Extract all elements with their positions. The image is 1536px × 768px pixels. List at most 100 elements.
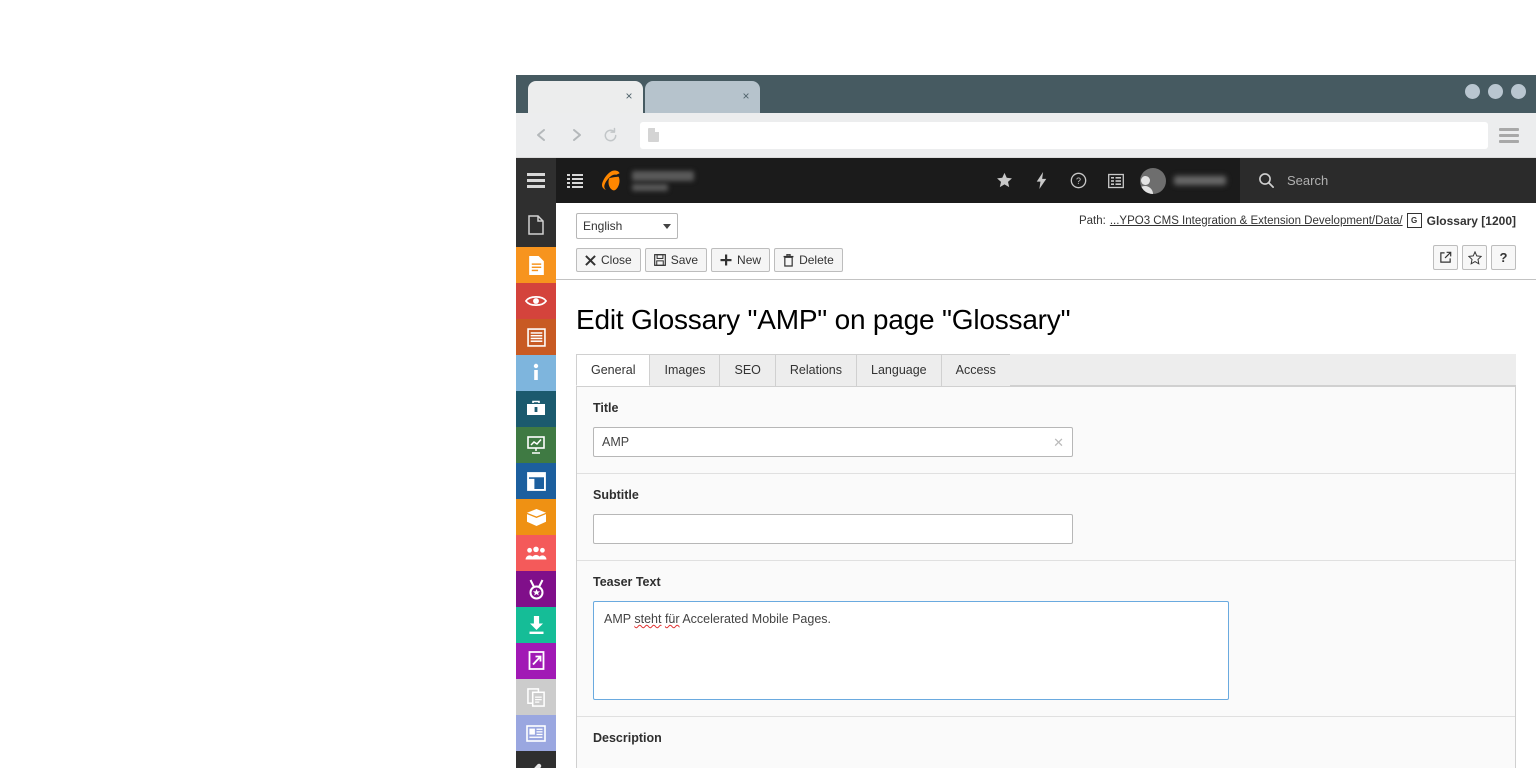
close-button-label: Close [601, 253, 632, 267]
subtitle-field-row: Subtitle [577, 474, 1515, 561]
page-icon [528, 255, 544, 275]
doc-header-button-group: Close Save New Delete [576, 248, 847, 272]
download-icon [529, 616, 543, 634]
close-button[interactable]: Close [576, 248, 641, 272]
window-minimize-button[interactable] [1465, 84, 1480, 99]
sidebar-item-upgrade-module[interactable] [516, 643, 556, 679]
tab-relations[interactable]: Relations [774, 354, 858, 386]
user-menu[interactable] [1134, 158, 1240, 203]
list-icon[interactable] [556, 158, 594, 203]
star-icon [1467, 250, 1482, 265]
tab-language[interactable]: Language [856, 354, 942, 386]
news-icon [526, 724, 546, 742]
sidebar-item-templates-module[interactable] [516, 463, 556, 499]
sidebar-item-list-module[interactable] [516, 319, 556, 355]
window-close-button[interactable] [1511, 84, 1526, 99]
tab-seo[interactable]: SEO [719, 354, 776, 386]
close-icon [585, 254, 596, 266]
typo3-logo-text [632, 170, 694, 191]
sidebar-item-documentation-module[interactable] [516, 679, 556, 715]
typo3-logo[interactable] [602, 169, 694, 193]
sidebar-item-maintenance-module[interactable] [516, 751, 556, 768]
new-button-label: New [737, 253, 762, 267]
teaser-misspelled-2: für [664, 612, 680, 626]
typo3-backend: ? Search English Path: ...YPO3 CMS Integ… [516, 158, 1536, 768]
sidebar-item-backend-users-module[interactable] [516, 535, 556, 571]
browser-tab-2-close-icon[interactable]: × [738, 89, 754, 105]
search-box[interactable]: Search [1240, 158, 1536, 203]
list-icon [526, 327, 546, 347]
delete-button[interactable]: Delete [774, 248, 843, 272]
module-sidebar [516, 203, 556, 768]
teaser-misspelled-1: steht [634, 612, 662, 626]
sidebar-item-view-module[interactable] [516, 283, 556, 319]
typo3-content: English Path: ...YPO3 CMS Integration & … [556, 203, 1536, 768]
svg-text:?: ? [1076, 176, 1081, 186]
sidebar-item-news-module[interactable] [516, 715, 556, 751]
sidebar-item-reports-module[interactable] [516, 427, 556, 463]
help-icon[interactable]: ? [1060, 158, 1097, 203]
username-label [1174, 176, 1226, 185]
sidebar-item-extensions-module[interactable] [516, 499, 556, 535]
browser-toolbar [516, 113, 1536, 158]
breadcrumb-trail[interactable]: ...YPO3 CMS Integration & Extension Deve… [1110, 215, 1403, 227]
glossary-record-icon: G [1406, 213, 1422, 228]
teaser-text-field-row: Teaser Text AMP steht für Accelerated Mo… [577, 561, 1515, 717]
new-button[interactable]: New [711, 248, 771, 272]
breadcrumb-label: Path: [1078, 214, 1106, 227]
window-maximize-button[interactable] [1488, 84, 1503, 99]
typo3-topbar: ? Search [516, 158, 1536, 203]
plus-icon [720, 254, 732, 266]
sidebar-item-access-module[interactable] [516, 571, 556, 607]
tab-access[interactable]: Access [940, 354, 1011, 386]
tab-images[interactable]: Images [649, 354, 721, 386]
breadcrumb: Path: ...YPO3 CMS Integration & Extensio… [1079, 213, 1516, 228]
save-button[interactable]: Save [644, 248, 708, 272]
description-field-row: Description [577, 717, 1515, 768]
sidebar-item-functions-module[interactable] [516, 391, 556, 427]
form-tabs: General Images SEO Relations Language Ac… [576, 354, 1516, 387]
bookmark-button[interactable] [1462, 245, 1487, 270]
teaser-text-field-label: Teaser Text [593, 575, 661, 589]
hamburger-menu-icon[interactable] [1494, 122, 1524, 148]
title-clear-icon[interactable]: ✕ [1053, 435, 1064, 451]
screen-root: × × ? Search English Path: ...YPO3 CMS I… [0, 0, 1536, 768]
browser-tab-1-close-icon[interactable]: × [621, 89, 637, 105]
layout-icon [526, 471, 546, 491]
bookmarks-icon[interactable] [986, 158, 1023, 203]
page-favicon-icon [648, 128, 659, 142]
external-link-icon [1440, 251, 1452, 263]
save-button-label: Save [670, 253, 699, 267]
tab-general[interactable]: General [576, 354, 651, 386]
flash-icon[interactable] [1023, 158, 1060, 203]
menu-toggle-icon[interactable] [516, 158, 556, 203]
tabs-filler [1009, 354, 1516, 386]
sidebar-item-info-module[interactable] [516, 355, 556, 391]
title-field-row: Title ✕ [577, 387, 1515, 474]
doc-header: English Path: ...YPO3 CMS Integration & … [556, 203, 1536, 280]
subtitle-input[interactable] [593, 514, 1073, 544]
toolbox-icon [527, 400, 545, 415]
browser-tab-2[interactable]: × [645, 81, 760, 113]
title-input-wrap: ✕ [593, 427, 1073, 457]
sidebar-item-import-export-module[interactable] [516, 607, 556, 643]
teaser-text-input[interactable]: AMP steht für Accelerated Mobile Pages. [593, 601, 1229, 700]
help-button[interactable]: ? [1491, 245, 1516, 270]
info-icon [533, 363, 539, 380]
language-select[interactable]: English [576, 213, 678, 239]
reload-icon[interactable] [596, 121, 624, 149]
forward-icon[interactable] [562, 121, 590, 149]
sidebar-item-page-module[interactable] [516, 247, 556, 283]
doc-header-row-buttons: Close Save New Delete ? [576, 241, 1516, 279]
url-bar[interactable] [640, 121, 1488, 149]
title-input[interactable] [593, 427, 1073, 457]
back-icon[interactable] [528, 121, 556, 149]
docs-icon [526, 687, 545, 707]
arrow-box-icon [528, 651, 544, 670]
avatar [1140, 167, 1166, 194]
open-in-frontend-button[interactable] [1433, 245, 1458, 270]
window-controls [1465, 84, 1526, 99]
workspace-icon[interactable] [1097, 158, 1134, 203]
browser-tab-1[interactable]: × [528, 81, 643, 113]
sidebar-item-page-tree-toggle[interactable] [516, 203, 556, 247]
